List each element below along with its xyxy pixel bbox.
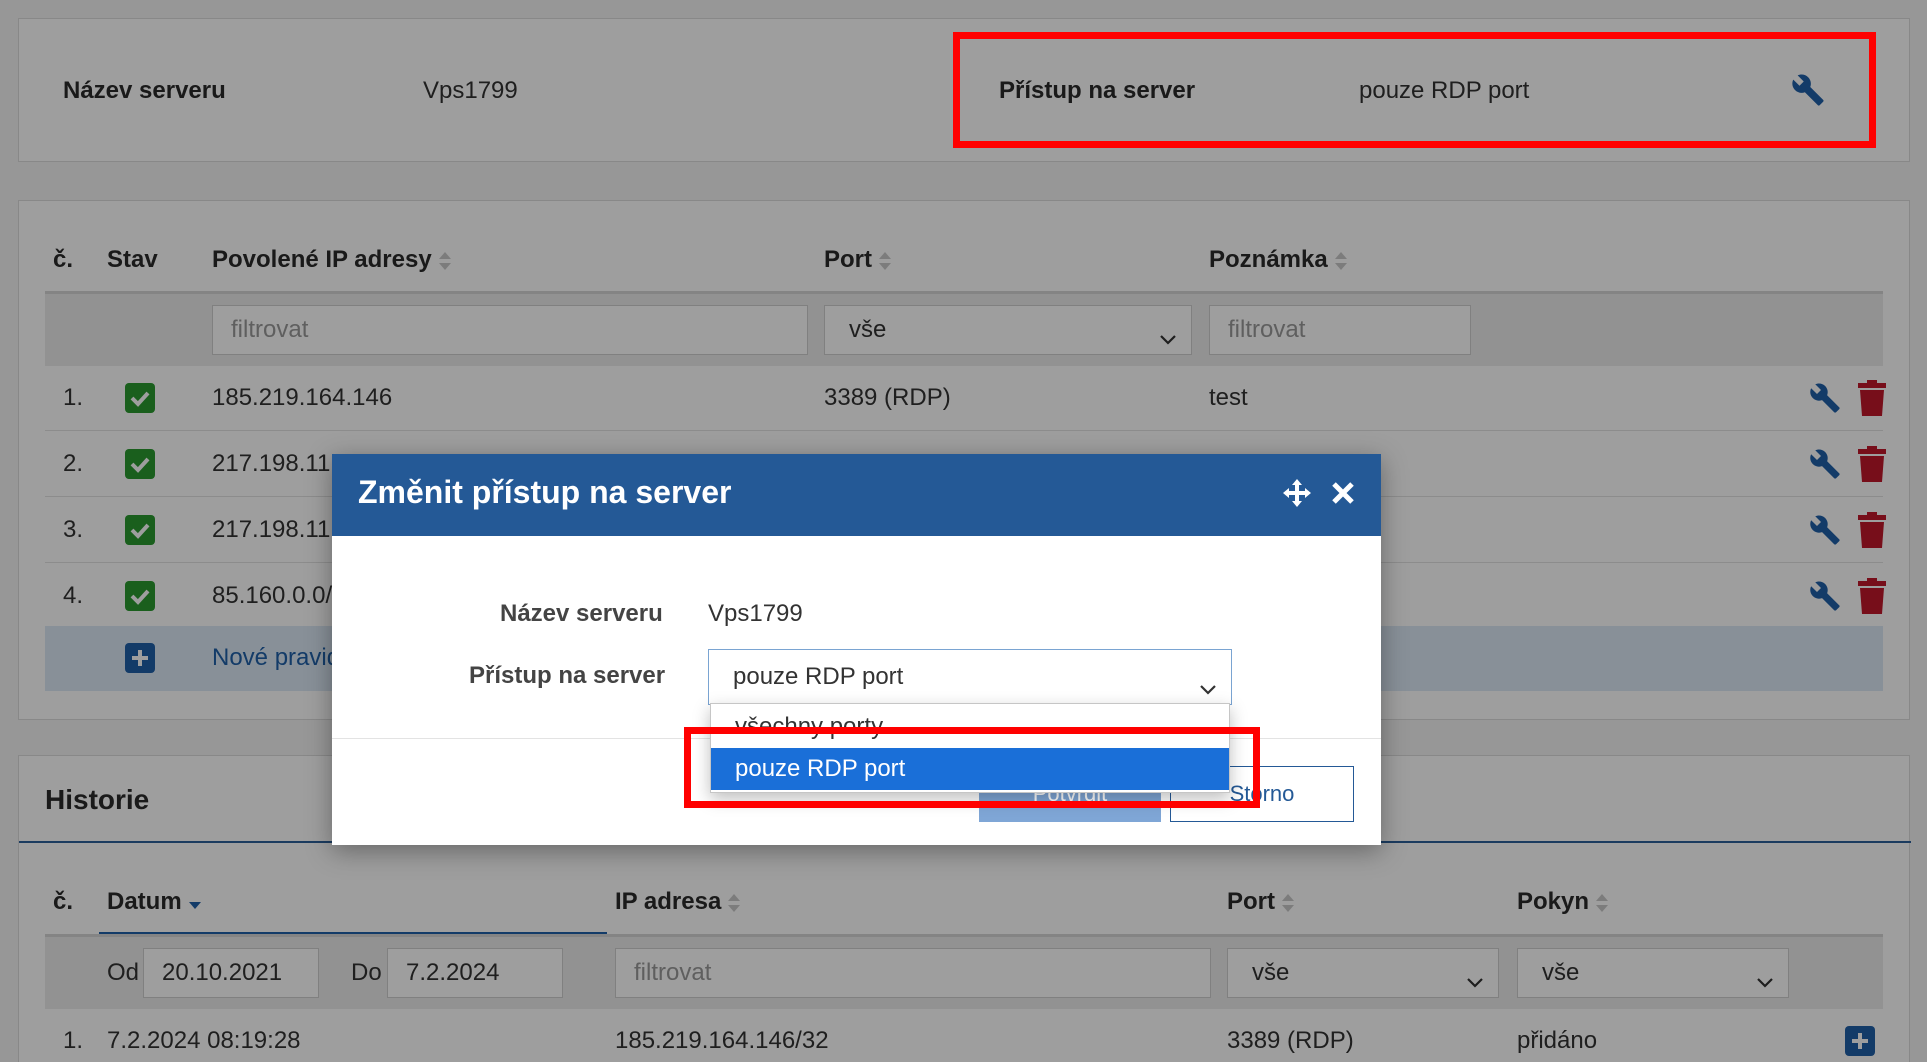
dialog-header[interactable]: Změnit přístup na server xyxy=(332,454,1381,536)
dialog-access-label: Přístup na server xyxy=(469,662,666,689)
close-icon[interactable] xyxy=(1330,480,1356,511)
dialog-name-value: Vps1799 xyxy=(708,600,803,627)
dialog-title: Změnit přístup na server xyxy=(358,474,732,510)
move-icon[interactable] xyxy=(1282,478,1312,513)
dialog-name-label: Název serveru xyxy=(500,600,663,627)
access-select-value: pouze RDP port xyxy=(733,663,904,690)
highlight-box xyxy=(684,727,1260,808)
highlight-box xyxy=(953,32,1876,148)
access-select[interactable]: pouze RDP port xyxy=(708,649,1232,705)
